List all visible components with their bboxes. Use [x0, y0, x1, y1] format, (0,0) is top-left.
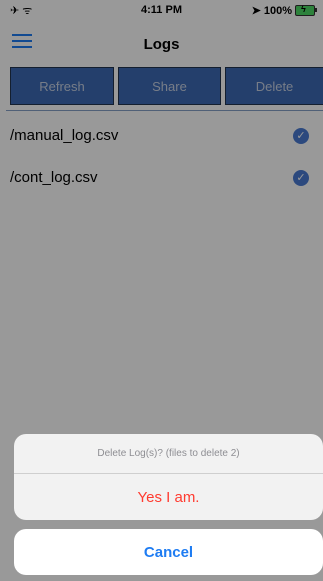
confirm-delete-button[interactable]: Yes I am. — [14, 474, 323, 520]
action-sheet-message: Delete Log(s)? (files to delete 2) — [14, 434, 323, 474]
cancel-button[interactable]: Cancel — [14, 529, 323, 575]
action-sheet: Delete Log(s)? (files to delete 2) Yes I… — [14, 434, 323, 520]
